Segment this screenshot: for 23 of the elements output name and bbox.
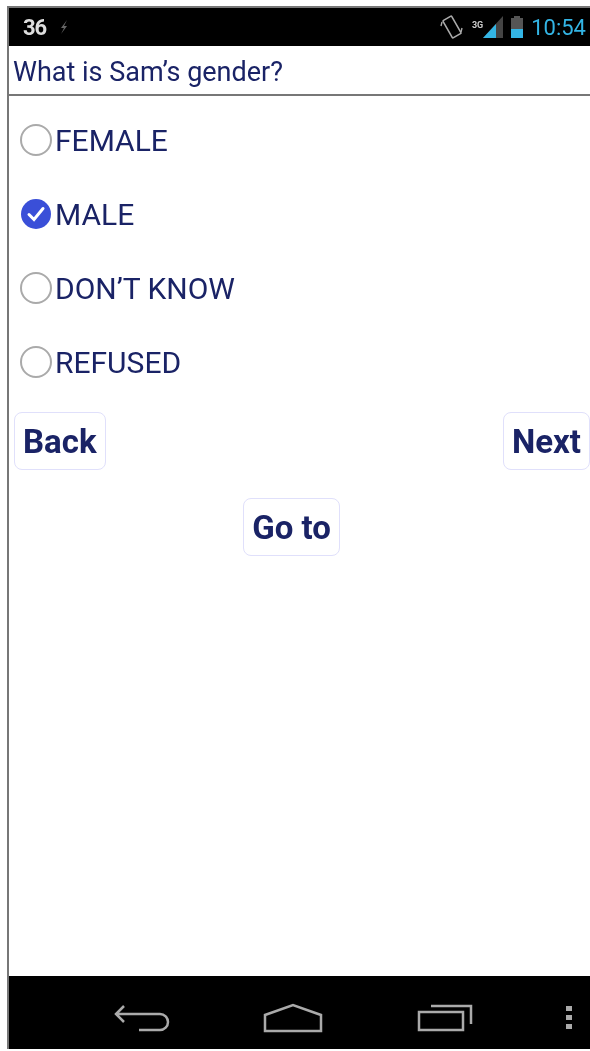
option-label[interactable]: MALE [55,196,135,232]
notification-count: 36 [23,14,47,40]
back-button[interactable]: Back [14,412,106,470]
radio-unchecked-icon[interactable] [19,345,53,379]
overflow-menu-icon[interactable] [566,1005,572,1030]
go-to-button[interactable]: Go to [243,498,340,556]
lightning-icon [60,20,69,34]
vibrate-icon [439,14,464,40]
radio-unchecked-icon[interactable] [19,123,53,157]
network-type: 3G [471,20,484,30]
option-label[interactable]: FEMALE [55,122,168,158]
clock-time: 10:54 [531,14,586,40]
battery-icon [511,16,524,38]
radio-checked-icon[interactable] [19,197,53,231]
next-button[interactable]: Next [502,412,590,470]
recent-apps-icon[interactable] [416,1003,473,1032]
option-label[interactable]: REFUSED [55,344,182,380]
option-label[interactable]: DON’T KNOW [55,270,235,306]
home-icon[interactable] [263,1002,324,1033]
radio-unchecked-icon[interactable] [19,271,53,305]
signal-icon [483,16,504,38]
back-icon[interactable] [114,1003,170,1032]
question-text: What is Sam’s gender? [9,46,590,96]
